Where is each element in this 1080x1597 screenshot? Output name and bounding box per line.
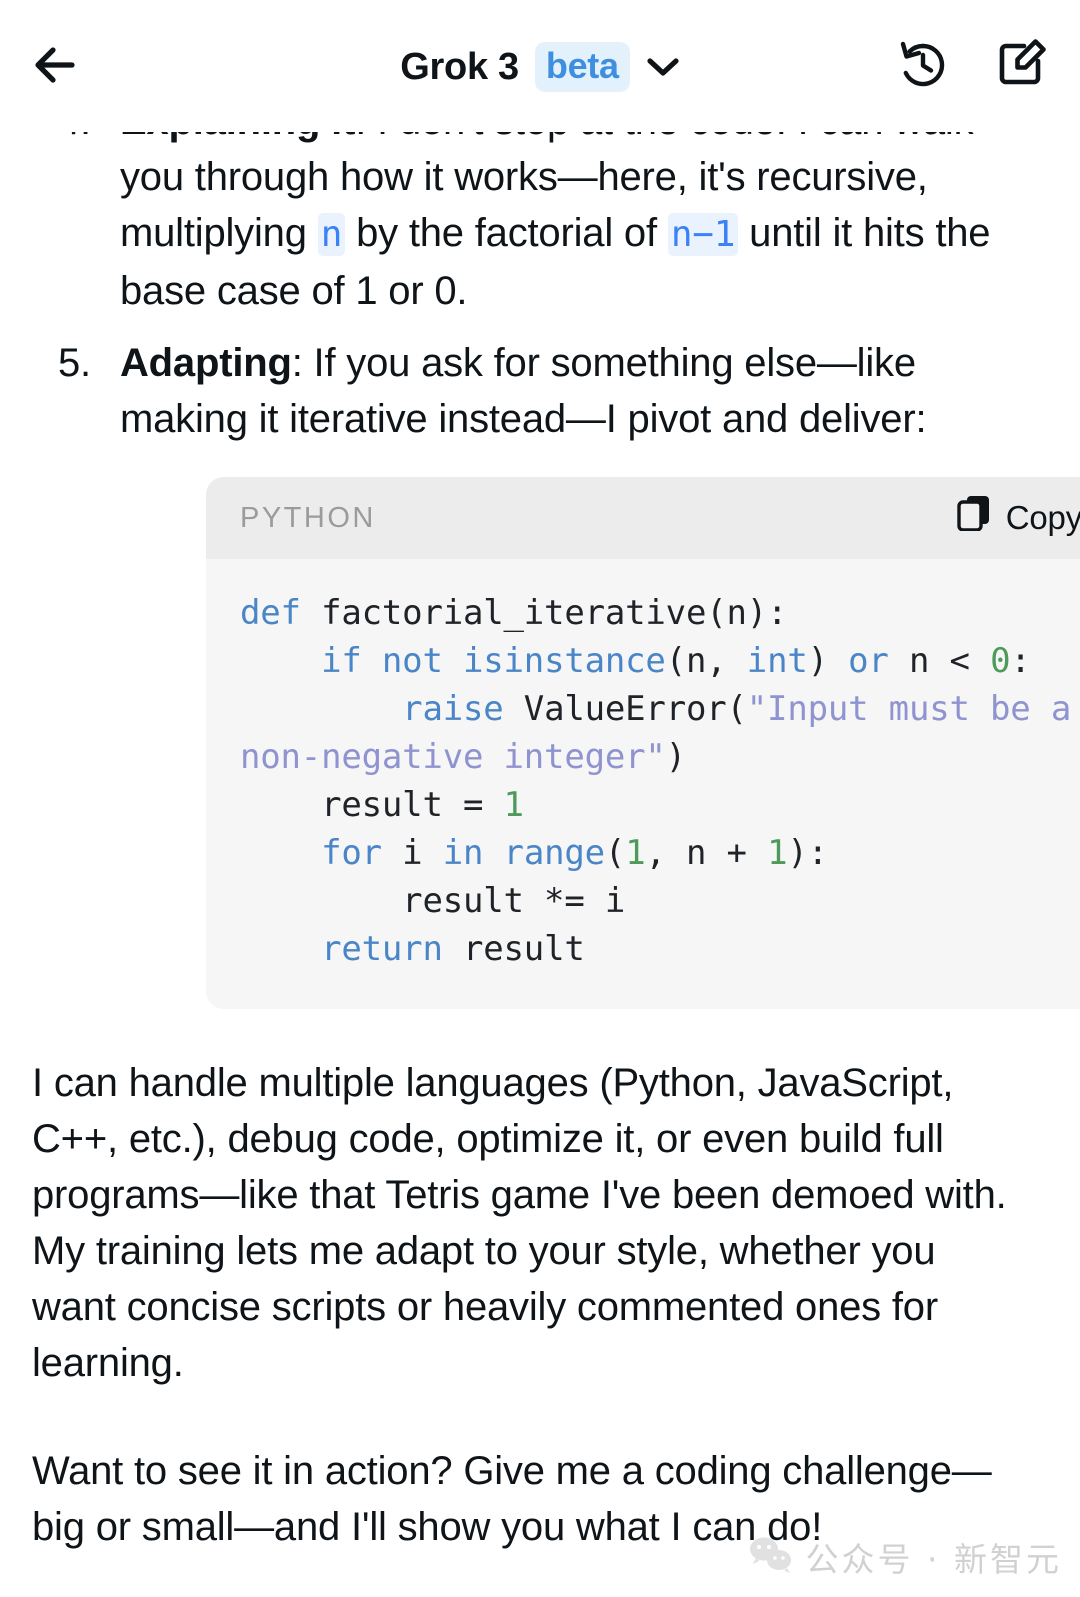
list-marker: 5.	[58, 341, 91, 385]
code-content[interactable]: def factorial_iterative(n): if not isins…	[206, 559, 1080, 1009]
page-title: Grok 3	[400, 46, 519, 88]
paragraph-capabilities: I can handle multiple languages (Python,…	[32, 1061, 1007, 1385]
history-button[interactable]	[890, 34, 954, 98]
watermark-text: 公众号 · 新智元	[805, 1540, 1062, 1579]
wechat-icon	[748, 1535, 794, 1580]
copy-button[interactable]: Copy	[956, 490, 1080, 546]
numbered-list: 4. Explaining it: I don't stop at the co…	[32, 132, 1080, 1009]
list-marker: 4.	[58, 132, 91, 149]
list-item-text-b: by the factorial of	[345, 211, 668, 255]
watermark: 公众号 · 新智元	[748, 1533, 1062, 1581]
conversation-scroll-area[interactable]: 4. Explaining it: I don't stop at the co…	[0, 132, 1080, 1597]
list-item-lead: Explaining it	[120, 132, 355, 143]
copy-label: Copy	[1005, 499, 1080, 536]
history-icon	[894, 36, 950, 97]
new-chat-button[interactable]	[990, 34, 1054, 98]
list-item-lead: Adapting	[120, 341, 292, 385]
assistant-message: 4. Explaining it: I don't stop at the co…	[0, 132, 1080, 1555]
compose-icon	[994, 36, 1050, 97]
status-badge: beta	[534, 42, 630, 92]
app-header: Grok 3 beta	[0, 0, 1080, 132]
code-language-label: PYTHON	[240, 502, 376, 534]
list-item: 5. Adapting: If you ask for something el…	[32, 335, 1080, 1009]
inline-code-n: n	[317, 213, 346, 256]
code-block: PYTHON Copy def factorial_iterative(n): …	[206, 477, 1080, 1009]
header-actions	[890, 34, 1054, 98]
chevron-down-icon[interactable]	[646, 56, 680, 78]
copy-icon	[956, 490, 992, 546]
code-block-header: PYTHON Copy	[206, 477, 1080, 559]
list-item: 4. Explaining it: I don't stop at the co…	[32, 132, 1048, 319]
inline-code-n-minus-1: n−1	[667, 213, 739, 256]
